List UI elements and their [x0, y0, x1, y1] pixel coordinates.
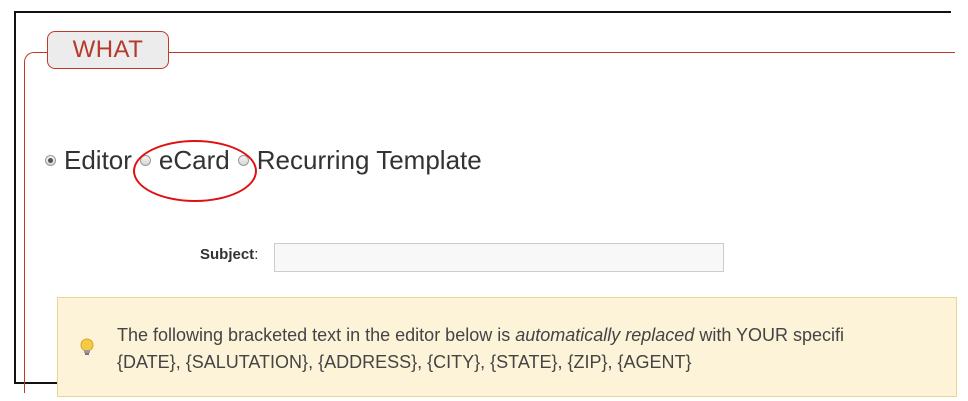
subject-label-text: Subject	[200, 246, 255, 263]
legend-text: WHAT	[72, 36, 144, 63]
mode-radio-group: Editor eCard Recurring Template	[45, 145, 482, 175]
notice-text: The following bracketed text in the edit…	[117, 322, 844, 376]
radio-option-editor[interactable]: Editor	[45, 145, 132, 176]
what-legend: WHAT	[47, 31, 169, 69]
subject-colon: :	[254, 246, 259, 263]
lightbulb-icon	[80, 338, 94, 355]
notice-line-2: {DATE}, {SALUTATION}, {ADDRESS}, {CITY},…	[117, 352, 692, 372]
radio-editor-label[interactable]: Editor	[64, 145, 132, 176]
subject-input[interactable]	[274, 243, 724, 272]
radio-ecard[interactable]	[139, 154, 151, 166]
radio-option-ecard[interactable]: eCard	[139, 145, 230, 176]
notice-line-1-emphasis: automatically replaced	[515, 325, 695, 345]
radio-recurring-template-label[interactable]: Recurring Template	[257, 145, 482, 176]
notice-line-1: The following bracketed text in the edit…	[117, 322, 844, 349]
radio-ecard-label[interactable]: eCard	[159, 145, 230, 176]
radio-option-recurring-template[interactable]: Recurring Template	[237, 145, 482, 176]
notice-line-1-end: with YOUR specifi	[694, 325, 845, 345]
radio-editor[interactable]	[45, 154, 56, 166]
radio-recurring-template[interactable]	[237, 154, 249, 166]
notice-line-1-start: The following bracketed text in the edit…	[117, 325, 516, 345]
subject-label: Subject:	[200, 246, 258, 263]
